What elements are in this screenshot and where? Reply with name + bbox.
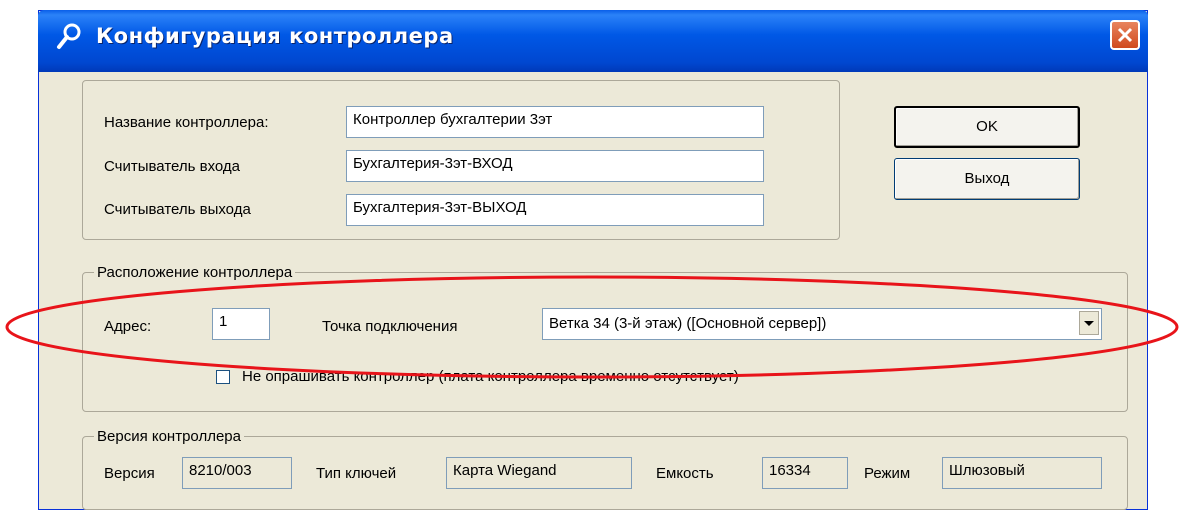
highlight-ellipse bbox=[5, 275, 1179, 379]
